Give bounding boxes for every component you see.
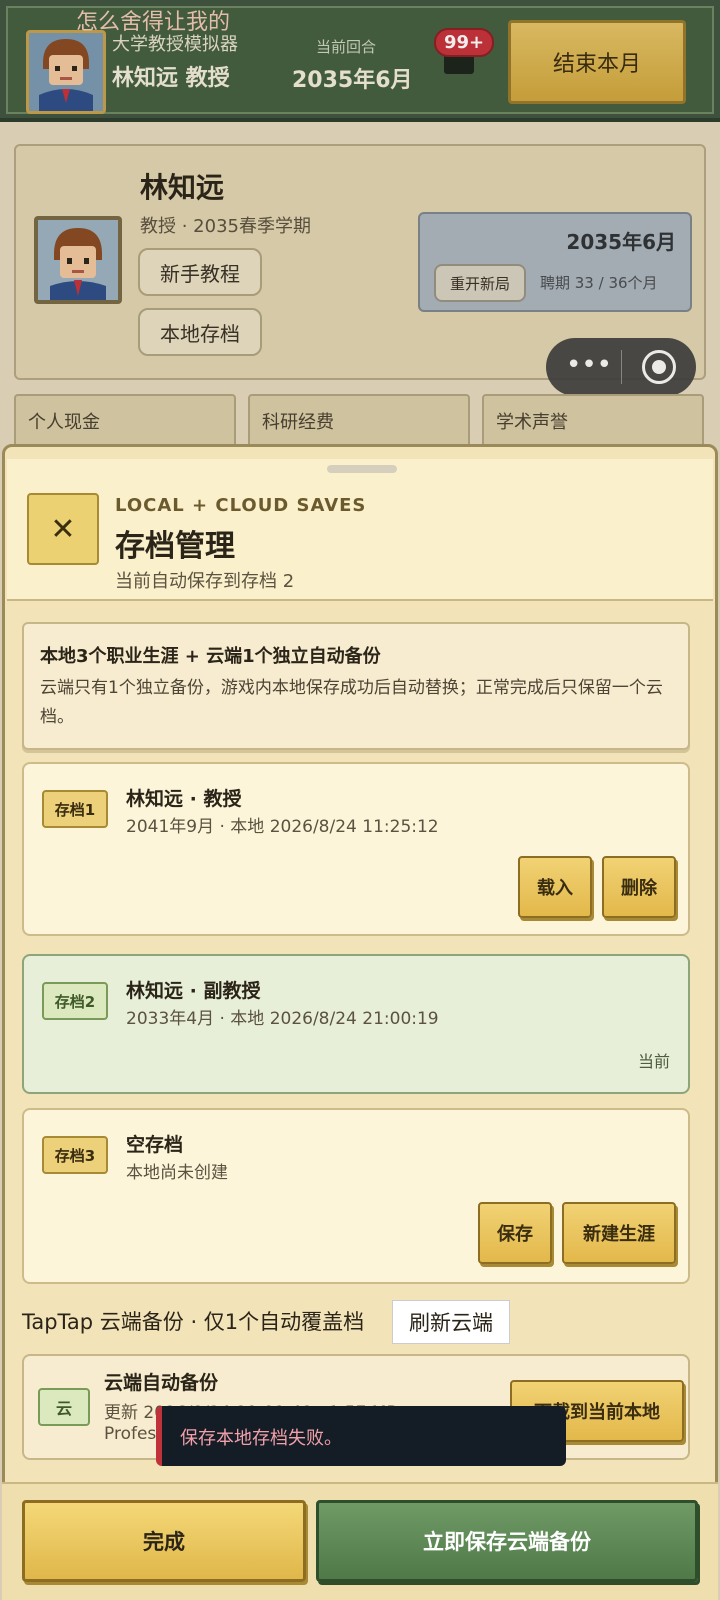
new-career-button[interactable]: 新建生涯 (562, 1202, 676, 1264)
save-slot-2[interactable]: 存档2 林知远 · 副教授 2033年4月 · 本地 2026/8/24 21:… (22, 954, 690, 1094)
slot-name: 空存档 (126, 1134, 184, 1156)
slot-meta: 本地尚未创建 (126, 1163, 228, 1183)
info-title: 本地3个职业生涯 + 云端1个独立自动备份 (40, 646, 381, 667)
delete-button[interactable]: 删除 (602, 856, 676, 918)
save-info-box: 本地3个职业生涯 + 云端1个独立自动备份 云端只有1个独立备份，游戏内本地保存… (22, 622, 690, 750)
save-slot-3[interactable]: 存档3 空存档 本地尚未创建 保存 新建生涯 (22, 1108, 690, 1284)
done-button[interactable]: 完成 (22, 1500, 306, 1582)
save-button[interactable]: 保存 (478, 1202, 552, 1264)
cloud-tag: 云 (38, 1388, 90, 1426)
current-indicator: 当前 (637, 1052, 670, 1071)
slot-tag: 存档1 (42, 790, 108, 828)
slot-name: 林知远 · 副教授 (126, 980, 261, 1002)
slot-meta: 2041年9月 · 本地 2026/8/24 11:25:12 (126, 817, 439, 837)
close-icon[interactable]: ✕ (27, 493, 99, 565)
refresh-cloud-button[interactable]: 刷新云端 (392, 1300, 510, 1344)
sheet-subtitle: 当前自动保存到存档 2 (115, 571, 295, 592)
load-button[interactable]: 载入 (518, 856, 592, 918)
info-text: 云端只有1个独立备份，游戏内本地保存成功后自动替换；正常完成后只保留一个云档。 (40, 678, 663, 727)
slot-tag: 存档2 (42, 982, 108, 1020)
save-slot-1[interactable]: 存档1 林知远 · 教授 2041年9月 · 本地 2026/8/24 11:2… (22, 762, 690, 936)
cloud-meta-profile: Profes (104, 1424, 157, 1444)
error-toast: 保存本地存档失败。 (156, 1406, 566, 1466)
cloud-heading: TapTap 云端备份 · 仅1个自动覆盖档 (22, 1310, 365, 1334)
save-cloud-button[interactable]: 立即保存云端备份 (316, 1500, 698, 1582)
cloud-title: 云端自动备份 (104, 1372, 219, 1394)
sheet-header: ✕ LOCAL + CLOUD SAVES 存档管理 当前自动保存到存档 2 (7, 459, 713, 601)
sheet-title: 存档管理 (115, 529, 235, 564)
drag-handle[interactable] (327, 465, 397, 473)
slot-tag: 存档3 (42, 1136, 108, 1174)
slot-meta: 2033年4月 · 本地 2026/8/24 21:00:19 (126, 1009, 439, 1029)
sheet-kicker: LOCAL + CLOUD SAVES (115, 495, 367, 516)
slot-name: 林知远 · 教授 (126, 788, 242, 810)
